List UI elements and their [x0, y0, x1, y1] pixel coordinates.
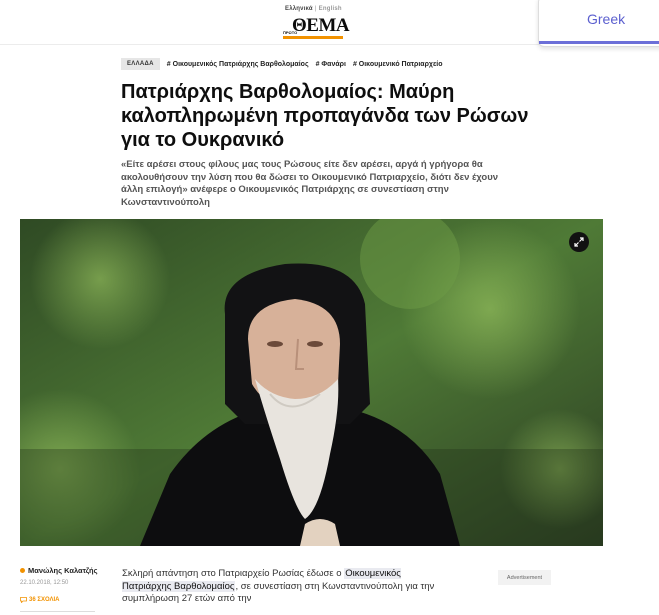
lang-separator: |	[314, 6, 317, 12]
body-text-start: Σκληρή απάντηση στο Πατριαρχείο Ρωσίας έ…	[122, 568, 342, 579]
tag-link[interactable]: # Φανάρι	[316, 61, 346, 68]
translate-language-label[interactable]: Greek	[587, 11, 625, 27]
logo-text: ΘΕΜΑ	[292, 15, 350, 36]
lang-english-link[interactable]: English	[319, 6, 342, 12]
article-title: Πατριάρχης Βαρθολομαίος: Μαύρη καλοπληρω…	[121, 81, 529, 151]
lang-greek-link[interactable]: Ελληνικά	[285, 6, 313, 12]
hero-image-illustration	[20, 219, 603, 546]
author-byline[interactable]: Μανώλης Καλατζής	[20, 566, 98, 575]
category-badge[interactable]: ΕΛΛΑΔΑ	[121, 58, 160, 70]
publish-date: 22.10.2018, 12:50	[20, 580, 69, 586]
site-logo[interactable]: ΠΡΩΤΟ ΘΕΜΑ	[283, 15, 350, 36]
translate-widget-underline	[539, 41, 659, 44]
expand-image-button[interactable]	[569, 232, 589, 252]
translate-language-widget[interactable]: Greek	[538, 0, 659, 47]
article-tags: ΕΛΛΑΔΑ # Οικουμενικός Πατριάρχης Βαρθολο…	[121, 58, 443, 70]
article-lead: «Είτε αρέσει στους φίλους μας τους Ρώσου…	[121, 159, 499, 208]
comment-icon	[20, 597, 27, 603]
comments-count[interactable]: 36 ΣΧΟΛΙΑ	[29, 597, 59, 603]
advertisement-label: Advertisement	[498, 570, 551, 585]
tag-link[interactable]: # Οικουμενικό Πατριαρχείο	[353, 61, 443, 68]
language-switcher: Ελληνικά | English	[285, 6, 342, 12]
logo-accent-bar	[283, 36, 343, 39]
logo-prefix: ΠΡΩΤΟ	[283, 30, 298, 35]
author-dot-icon	[20, 568, 25, 573]
byline-divider	[20, 611, 95, 612]
tag-link[interactable]: # Οικουμενικός Πατριάρχης Βαρθολομαίος	[167, 61, 309, 68]
article-hero-image	[20, 219, 603, 546]
comments-link[interactable]: 36 ΣΧΟΛΙΑ	[20, 597, 59, 603]
author-name[interactable]: Μανώλης Καλατζής	[28, 566, 98, 575]
article-body: Σκληρή απάντηση στο Πατριαρχείο Ρωσίας έ…	[122, 568, 452, 606]
expand-icon	[574, 237, 584, 247]
